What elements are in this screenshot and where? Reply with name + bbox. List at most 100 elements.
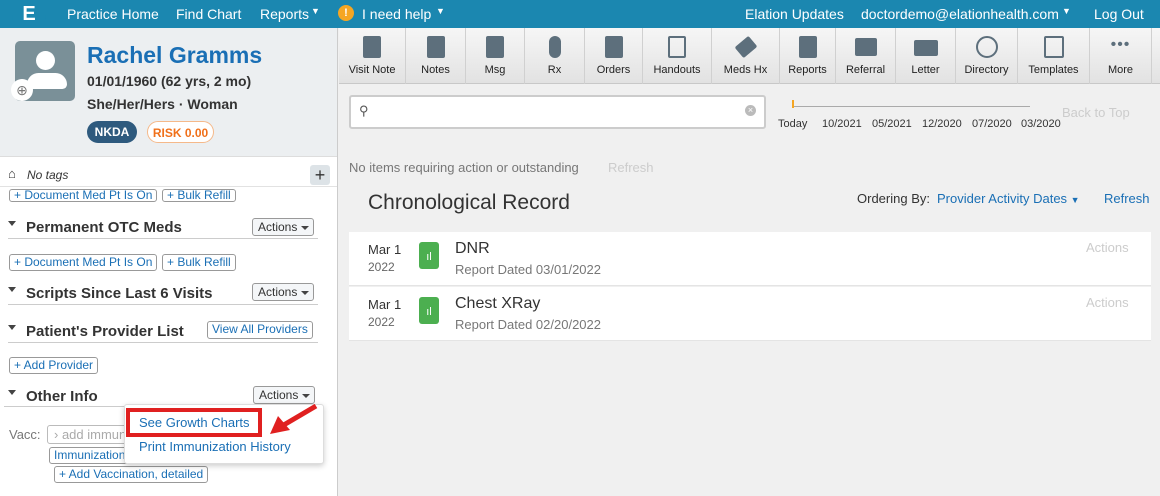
nav-elation-updates[interactable]: Elation Updates: [745, 6, 844, 22]
chevron-down-icon: ▼: [311, 6, 320, 16]
toolbar-more[interactable]: ••• More: [1090, 28, 1152, 84]
section-scripts[interactable]: Scripts Since Last 6 Visits: [8, 285, 212, 302]
record-row[interactable]: Mar 1 2022 ıl DNR Report Dated 03/01/202…: [349, 232, 1151, 286]
tag-icon: ⌂: [8, 166, 16, 181]
toolbar-label: Directory: [964, 64, 1009, 76]
record-title[interactable]: Chest XRay: [455, 295, 540, 313]
record-subtitle: Report Dated 02/20/2022: [455, 317, 601, 332]
record-title[interactable]: DNR: [455, 240, 490, 258]
patient-name: Rachel Gramms: [87, 42, 263, 68]
toolbar: Visit Note Notes Msg Rx Orders Handouts …: [339, 28, 1160, 84]
add-tag-button[interactable]: +: [310, 165, 330, 185]
back-to-top-link[interactable]: Back to Top: [1062, 105, 1130, 120]
timeline-label[interactable]: 05/2021: [872, 118, 912, 130]
ordering-value: Provider Activity Dates: [937, 191, 1068, 206]
toolbar-letter[interactable]: Letter: [896, 28, 956, 84]
menu-see-growth-charts[interactable]: See Growth Charts: [139, 415, 250, 430]
add-vaccination-button[interactable]: + Add Vaccination, detailed: [54, 466, 209, 483]
view-all-providers-button[interactable]: View All Providers: [207, 321, 313, 339]
record-actions[interactable]: Actions: [1086, 295, 1129, 310]
nav-user-menu[interactable]: doctordemo@elationhealth.com: [861, 6, 1059, 22]
red-arrow-icon: [270, 403, 318, 434]
scripts-actions-button[interactable]: Actions: [252, 283, 315, 301]
patient-dob: 01/01/1960 (62 yrs, 2 mo): [87, 73, 252, 89]
refresh-outstanding-link[interactable]: Refresh: [608, 160, 654, 175]
toolbar-rx[interactable]: Rx: [525, 28, 585, 84]
timeline-label[interactable]: Today: [778, 118, 807, 130]
toolbar-msg[interactable]: Msg: [466, 28, 525, 84]
clear-icon[interactable]: ×: [745, 105, 756, 116]
templates-icon: [1043, 36, 1064, 58]
toolbar-label: Reports: [788, 64, 827, 76]
directory-icon: [975, 36, 998, 58]
record-actions[interactable]: Actions: [1086, 240, 1129, 255]
toolbar-label: Orders: [596, 64, 631, 76]
section-other-info[interactable]: Other Info: [8, 388, 98, 405]
add-provider-button[interactable]: + Add Provider: [9, 357, 99, 374]
nav-find-chart[interactable]: Find Chart: [176, 6, 241, 22]
toolbar-templates[interactable]: Templates: [1018, 28, 1090, 84]
patient-identity: She/Her/Hers · Woman: [87, 96, 238, 112]
toolbar-notes[interactable]: Notes: [406, 28, 466, 84]
timeline-track[interactable]: [792, 106, 1030, 107]
record-year: 2022: [368, 260, 395, 274]
toolbar-label: Rx: [547, 64, 562, 76]
otc-actions-button[interactable]: Actions: [252, 218, 315, 236]
pill-icon: [548, 36, 561, 58]
report-clipboard-icon: [798, 36, 817, 58]
risk-badge[interactable]: RISK 0.00: [147, 121, 214, 143]
ordering-label: Ordering By:: [857, 191, 930, 206]
page-title: Chronological Record: [368, 191, 570, 214]
document-med-button[interactable]: + Document Med Pt Is On: [9, 189, 158, 202]
timeline-label[interactable]: 12/2020: [922, 118, 962, 130]
report-icon: ıl: [419, 297, 439, 324]
refresh-link[interactable]: Refresh: [1104, 191, 1150, 206]
record-row[interactable]: Mar 1 2022 ıl Chest XRay Report Dated 02…: [349, 287, 1151, 341]
toolbar-orders[interactable]: Orders: [585, 28, 643, 84]
toolbar-label: Meds Hx: [723, 64, 768, 76]
record-subtitle: Report Dated 03/01/2022: [455, 262, 601, 277]
chevron-down-icon: ▼: [1062, 6, 1071, 16]
stack-icon: [668, 36, 686, 58]
nav-log-out[interactable]: Log Out: [1094, 6, 1144, 22]
record-month: Mar 1: [368, 297, 402, 312]
record-month: Mar 1: [368, 242, 402, 257]
toolbar-meds-hx[interactable]: Meds Hx: [712, 28, 780, 84]
record-year: 2022: [368, 315, 395, 329]
nav-i-need-help[interactable]: I need help: [362, 6, 431, 22]
chart-search-input[interactable]: ⚲ ×: [349, 95, 766, 129]
timeline-marker[interactable]: [792, 100, 794, 108]
document-med-button[interactable]: + Document Med Pt Is On: [9, 254, 158, 271]
bulk-refill-button[interactable]: + Bulk Refill: [162, 254, 236, 271]
nav-practice-home[interactable]: Practice Home: [67, 6, 159, 22]
toolbar-label: Visit Note: [348, 64, 396, 76]
top-nav-bar: E Practice Home Find Chart Reports ▼ ! I…: [0, 0, 1160, 32]
menu-print-immunization-history[interactable]: Print Immunization History: [139, 439, 291, 454]
toolbar-label: More: [1107, 64, 1134, 76]
toolbar-referral[interactable]: Referral: [836, 28, 896, 84]
toolbar-label: Msg: [484, 64, 506, 76]
ordering-dropdown[interactable]: Provider Activity Dates ▼: [937, 191, 1080, 206]
globe-icon[interactable]: ⊕: [11, 79, 33, 101]
toolbar-label: Referral: [845, 64, 886, 76]
section-permanent-otc-meds[interactable]: Permanent OTC Meds: [8, 219, 182, 236]
timeline-label[interactable]: 10/2021: [822, 118, 862, 130]
timeline-label[interactable]: 07/2020: [972, 118, 1012, 130]
patient-header: ⊕ Rachel Gramms 01/01/1960 (62 yrs, 2 mo…: [0, 28, 337, 157]
orders-list-icon: [604, 36, 623, 58]
toolbar-reports[interactable]: Reports: [780, 28, 836, 84]
allergy-badge[interactable]: NKDA: [87, 121, 137, 143]
toolbar-visit-note[interactable]: Visit Note: [339, 28, 406, 84]
nav-reports[interactable]: Reports: [260, 6, 309, 22]
section-provider-list[interactable]: Patient's Provider List: [8, 323, 184, 340]
message-icon: [486, 36, 504, 58]
timeline-label[interactable]: 03/2020: [1021, 118, 1061, 130]
bulk-refill-button[interactable]: + Bulk Refill: [162, 189, 236, 202]
immunization-button[interactable]: Immunization: [49, 447, 129, 464]
toolbar-label: Templates: [1028, 64, 1079, 76]
vacc-label: Vacc:: [9, 427, 41, 442]
toolbar-handouts[interactable]: Handouts: [643, 28, 712, 84]
chevron-down-icon: ▼: [436, 6, 445, 16]
notes-icon: [426, 36, 445, 58]
toolbar-directory[interactable]: Directory: [956, 28, 1018, 84]
